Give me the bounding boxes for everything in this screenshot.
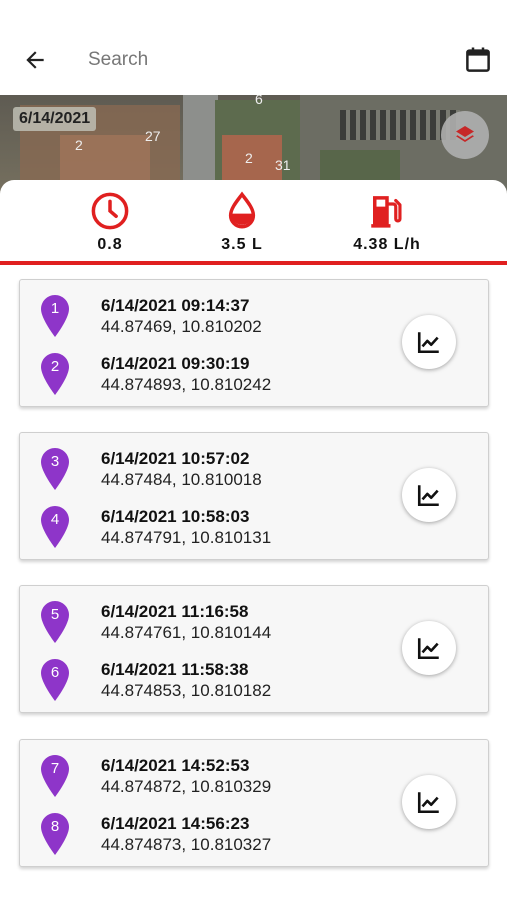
- drop-icon: [228, 191, 256, 229]
- trip-start-point: 3 6/14/2021 10:57:02 44.87484, 10.810018: [40, 447, 400, 495]
- map-label: 31: [275, 157, 291, 173]
- trip-chart-button[interactable]: [402, 315, 456, 369]
- pin-number: 2: [50, 358, 60, 375]
- stat-fuel-rate: 4.38 L/h: [327, 190, 447, 254]
- line-chart-icon: [417, 332, 439, 354]
- line-chart-icon: [417, 485, 439, 507]
- accent-divider: [0, 261, 507, 265]
- stat-fuel-volume-value: 3.5 L: [221, 236, 263, 253]
- map-label: 2: [245, 150, 253, 166]
- point-coordinates: 44.874873, 10.810327: [101, 835, 272, 854]
- line-chart-icon: [417, 792, 439, 814]
- stat-time: 0.8: [50, 190, 170, 254]
- trip-start-point: 7 6/14/2021 14:52:53 44.874872, 10.81032…: [40, 754, 400, 802]
- pin-number: 5: [50, 606, 60, 623]
- clock-icon: [91, 192, 129, 230]
- pin-number: 3: [50, 453, 60, 470]
- layers-button[interactable]: [441, 111, 489, 159]
- back-button[interactable]: [20, 45, 50, 75]
- pin-number: 6: [50, 664, 60, 681]
- trip-end-point: 4 6/14/2021 10:58:03 44.874791, 10.81013…: [40, 505, 400, 553]
- pin-number: 4: [50, 511, 60, 528]
- point-time: 6/14/2021 14:56:23: [101, 814, 250, 833]
- point-coordinates: 44.874853, 10.810182: [101, 681, 272, 700]
- trip-chart-button[interactable]: [402, 621, 456, 675]
- trip-start-point: 5 6/14/2021 11:16:58 44.874761, 10.81014…: [40, 600, 400, 648]
- trip-end-point: 8 6/14/2021 14:56:23 44.874873, 10.81032…: [40, 812, 400, 860]
- stat-time-value: 0.8: [97, 236, 123, 253]
- calendar-icon: [466, 47, 490, 72]
- trip-card[interactable]: 3 6/14/2021 10:57:02 44.87484, 10.810018…: [19, 432, 489, 560]
- line-chart-icon: [417, 638, 439, 660]
- point-time: 6/14/2021 11:58:38: [101, 660, 249, 679]
- top-bar: [0, 0, 507, 95]
- point-coordinates: 44.874791, 10.810131: [101, 528, 272, 547]
- stat-fuel-volume: 3.5 L: [182, 190, 302, 254]
- stat-fuel-rate-value: 4.38 L/h: [353, 236, 421, 253]
- map-label: 2: [75, 137, 83, 153]
- map-label: 6: [255, 95, 263, 107]
- calendar-button[interactable]: [462, 44, 494, 76]
- map-date-label: 6/14/2021: [13, 107, 97, 131]
- point-coordinates: 44.87469, 10.810202: [101, 317, 262, 336]
- trip-chart-button[interactable]: [402, 468, 456, 522]
- point-time: 6/14/2021 14:52:53: [101, 756, 250, 775]
- map-label: 27: [145, 128, 161, 144]
- fuel-pump-icon: [371, 196, 402, 228]
- stats-bar: 0.8 3.5 L 4.38 L/h: [0, 190, 507, 262]
- trip-card[interactable]: 5 6/14/2021 11:16:58 44.874761, 10.81014…: [19, 585, 489, 713]
- point-coordinates: 44.874761, 10.810144: [101, 623, 272, 642]
- point-coordinates: 44.874872, 10.810329: [101, 777, 272, 796]
- arrow-left-icon: [26, 51, 44, 69]
- point-time: 6/14/2021 10:58:03: [101, 507, 250, 526]
- trip-chart-button[interactable]: [402, 775, 456, 829]
- point-time: 6/14/2021 09:14:37: [101, 296, 250, 315]
- trip-end-point: 6 6/14/2021 11:58:38 44.874853, 10.81018…: [40, 658, 400, 706]
- pin-number: 8: [50, 818, 60, 835]
- point-time: 6/14/2021 11:16:58: [101, 602, 249, 621]
- pin-number: 1: [50, 300, 60, 317]
- point-time: 6/14/2021 10:57:02: [101, 449, 250, 468]
- layers-icon: [456, 126, 474, 142]
- trip-card[interactable]: 1 6/14/2021 09:14:37 44.87469, 10.810202…: [19, 279, 489, 407]
- point-time: 6/14/2021 09:30:19: [101, 354, 250, 373]
- trip-end-point: 2 6/14/2021 09:30:19 44.874893, 10.81024…: [40, 352, 400, 400]
- search-input[interactable]: [88, 44, 428, 76]
- point-coordinates: 44.874893, 10.810242: [101, 375, 272, 394]
- trip-card[interactable]: 7 6/14/2021 14:52:53 44.874872, 10.81032…: [19, 739, 489, 867]
- pin-number: 7: [50, 760, 60, 777]
- point-coordinates: 44.87484, 10.810018: [101, 470, 262, 489]
- trip-start-point: 1 6/14/2021 09:14:37 44.87469, 10.810202: [40, 294, 400, 342]
